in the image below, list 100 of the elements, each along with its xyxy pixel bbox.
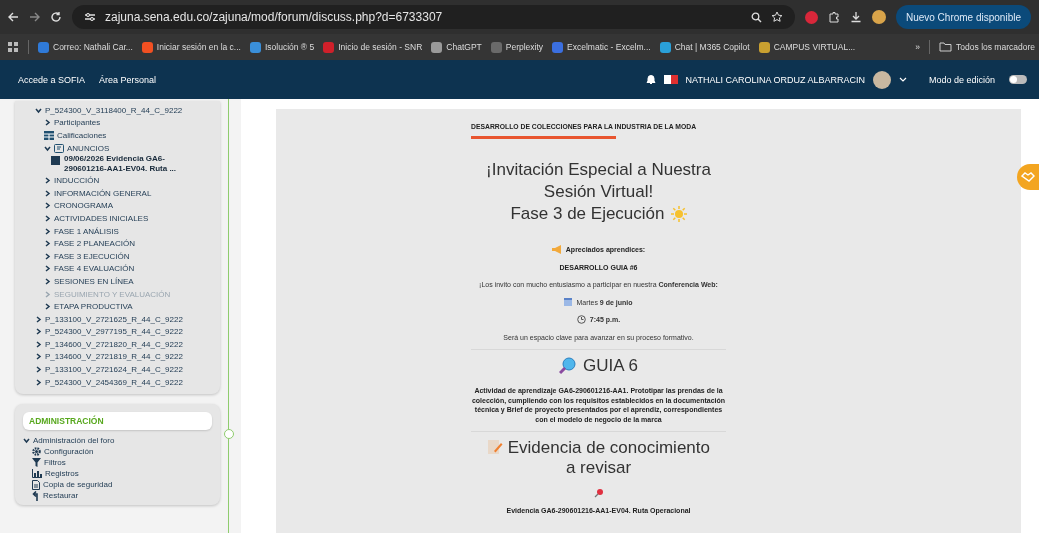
bookmark-link[interactable]: ChatGPT <box>431 41 482 53</box>
bell-icon[interactable] <box>645 74 656 85</box>
all-bookmarks-folder[interactable]: Todos los marcadore <box>939 42 1035 52</box>
arrow-icon <box>32 490 40 501</box>
edit-mode-toggle[interactable] <box>1009 75 1027 84</box>
filter-icon <box>32 458 41 468</box>
tree-item[interactable]: Copia de seguridad <box>43 480 113 490</box>
tree-item[interactable]: FASE 2 PLANEACIÓN <box>54 239 135 249</box>
chevron-icon[interactable] <box>44 144 51 152</box>
chevron-icon[interactable] <box>44 189 51 197</box>
chart-icon <box>32 469 42 479</box>
tree-item[interactable]: ANUNCIOS <box>67 143 110 153</box>
nav-link[interactable]: Accede a SOFIA <box>18 74 86 85</box>
post-icon <box>51 156 60 166</box>
url-text: zajuna.sena.edu.co/zajuna/mod/forum/discuss.php?d=6733307 <box>105 10 443 24</box>
calendar-icon <box>564 298 573 307</box>
chevron-icon[interactable] <box>44 240 51 248</box>
user-name[interactable]: NATHALI CAROLINA ORDUZ ALBARRACIN <box>685 74 865 85</box>
tree-item[interactable]: Restaurar <box>43 491 79 501</box>
chevron-icon[interactable] <box>35 328 42 336</box>
bookmark-link[interactable]: Perplexity <box>490 41 544 53</box>
reload-icon[interactable] <box>50 11 62 23</box>
section-heading: Evidencia de conocimiento a revisar <box>483 438 714 478</box>
chevron-icon[interactable] <box>35 340 42 348</box>
chevron-icon[interactable] <box>44 252 51 260</box>
tree-item[interactable]: P_524300_V_3118400_R_44_C_9222 <box>45 105 183 115</box>
tree-item[interactable]: P_524300_V_2977195_R_44_C_9222 <box>45 327 183 337</box>
flag-icon[interactable] <box>663 75 678 84</box>
tree-item[interactable]: ACTIVIDADES INICIALES <box>54 213 149 223</box>
bookmark-link[interactable]: CAMPUS VIRTUAL... <box>758 41 856 53</box>
tree-item[interactable]: P_524300_V_2454369_R_44_C_9222 <box>45 377 183 387</box>
tree-item[interactable]: FASE 3 EJECUCIÓN <box>54 251 130 261</box>
chevron-icon[interactable] <box>35 106 42 114</box>
folder-icon <box>939 42 953 52</box>
star-icon[interactable] <box>770 11 783 23</box>
tree-item[interactable]: ETAPA PRODUCTIVA <box>54 302 133 312</box>
chevron-icon[interactable] <box>35 378 42 386</box>
user-avatar[interactable] <box>872 70 891 89</box>
chevron-icon[interactable] <box>23 437 30 445</box>
table-icon <box>44 131 54 140</box>
chevron-icon[interactable] <box>44 214 51 222</box>
document-icon <box>32 479 40 490</box>
section-heading: GUIA 6 <box>583 356 638 376</box>
clock-icon <box>576 315 586 325</box>
chevron-icon[interactable] <box>44 303 51 311</box>
tree-item[interactable]: Calificaciones <box>57 131 107 140</box>
magnifier-icon <box>559 357 578 375</box>
bookmark-link[interactable]: Excelmatic - Excelm... <box>552 41 651 53</box>
profile-avatar[interactable] <box>871 10 886 24</box>
bookmark-link[interactable]: Correo: Nathali Car... <box>38 41 133 53</box>
pin-icon <box>593 488 604 498</box>
sun-icon <box>670 206 687 222</box>
site-settings-icon[interactable] <box>84 12 96 22</box>
zoom-icon[interactable] <box>750 11 762 23</box>
apps-grid-icon[interactable] <box>8 41 19 53</box>
tree-item[interactable]: Administración del foro <box>33 436 115 446</box>
chevron-icon[interactable] <box>44 119 51 127</box>
tree-item[interactable]: Registros <box>45 469 79 479</box>
bookmark-link[interactable]: Isolución ® 5 <box>249 41 315 53</box>
tree-item[interactable]: 09/06/2026 Evidencia GA6-290601216-AA1-EV04. Ruta ... <box>64 154 199 175</box>
update-button[interactable]: Nuevo Chrome disponible <box>895 5 1031 29</box>
chevron-icon[interactable] <box>35 366 42 374</box>
edit-mode-label: Modo de edición <box>928 74 995 85</box>
tree-item[interactable]: Filtros <box>44 458 66 468</box>
tree-item[interactable]: FASE 1 ANÁLISIS <box>54 226 119 236</box>
adblock-icon[interactable] <box>804 10 818 24</box>
tree-item[interactable]: P_133100_V_2721625_R_44_C_9222 <box>45 314 183 324</box>
download-icon[interactable] <box>849 11 862 23</box>
bookmark-link[interactable]: Iniciar sesión en la c... <box>141 41 241 53</box>
tree-item[interactable]: FASE 4 EVALUACIÓN <box>54 264 135 274</box>
chevron-icon[interactable] <box>44 265 51 273</box>
chevron-icon[interactable] <box>35 315 42 323</box>
forward-icon[interactable] <box>29 12 40 22</box>
tree-item[interactable]: INDUCCIÓN <box>54 176 100 186</box>
tree-item[interactable]: P_134600_V_2721820_R_44_C_9222 <box>45 339 183 349</box>
chevron-icon[interactable] <box>44 177 51 185</box>
chevron-icon[interactable] <box>44 277 51 285</box>
address-bar[interactable]: zajuna.sena.edu.co/zajuna/mod/forum/discuss.php?d=6733307 <box>72 5 795 29</box>
tree-item[interactable]: P_134600_V_2721819_R_44_C_9222 <box>45 352 183 362</box>
chevron-icon[interactable] <box>44 227 51 235</box>
back-icon[interactable] <box>8 12 19 22</box>
more-bookmarks-button[interactable]: » <box>915 42 921 52</box>
chevron-icon[interactable] <box>35 353 42 361</box>
post-subheading: Fase 3 de Ejecución <box>510 203 665 225</box>
tree-item[interactable]: SESIONES EN LÍNEA <box>54 276 134 286</box>
chevron-icon[interactable] <box>44 202 51 210</box>
post-heading: ¡Invitación Especial a Nuestra Sesión Virtual! <box>485 159 712 203</box>
extensions-icon[interactable] <box>827 11 840 23</box>
tree-item[interactable]: Configuración <box>44 447 94 457</box>
tree-item[interactable]: Participantes <box>54 118 101 128</box>
tree-item[interactable]: CRONOGRAMA <box>54 201 114 211</box>
gear-icon <box>32 447 41 457</box>
forum-icon <box>54 143 64 153</box>
tree-item[interactable]: INFORMACIÓN GENERAL <box>54 188 152 198</box>
bookmark-link[interactable]: Inicio de sesión - SNR <box>323 41 423 53</box>
nav-link[interactable]: Área Personal <box>99 74 157 85</box>
bookmark-link[interactable]: Chat | M365 Copilot <box>659 41 750 53</box>
section-header: ADMINISTRACIÓN <box>23 412 212 431</box>
drawer-handle[interactable] <box>224 429 234 439</box>
tree-item[interactable]: P_133100_V_2721624_R_44_C_9222 <box>45 365 183 375</box>
